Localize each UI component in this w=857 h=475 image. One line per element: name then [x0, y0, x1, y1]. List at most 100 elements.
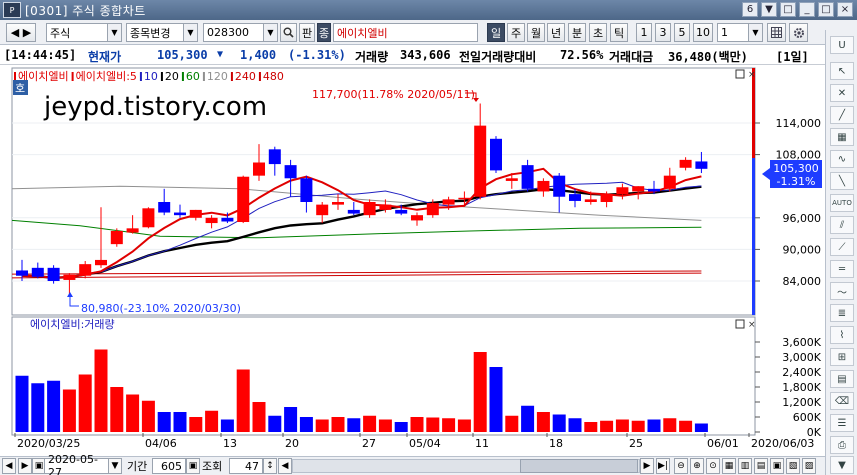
grid-icon[interactable] — [767, 23, 786, 42]
volume-bar — [347, 418, 361, 432]
period-year-tab[interactable]: 년 — [547, 23, 565, 42]
candle-body — [521, 165, 534, 189]
volume-value: 343,606 — [400, 48, 451, 62]
candle-body — [110, 230, 123, 245]
stock-code-input[interactable]: 028300 ▼ — [203, 23, 278, 42]
chart-mode-5-icon[interactable]: ▧ — [786, 458, 800, 474]
chart-type-icon[interactable]: ▦ — [830, 128, 854, 146]
volume-legend: 에이치엘비:거래량 — [30, 318, 115, 331]
date-tick-label: 20 — [285, 437, 299, 450]
view-count-input[interactable]: 47 — [229, 458, 263, 474]
volume-bar — [615, 419, 629, 432]
period-minute-tab[interactable]: 분 — [568, 23, 586, 42]
auto-line-icon[interactable]: AUTO — [830, 194, 854, 212]
period-day-tab[interactable]: 일 — [487, 23, 505, 42]
cursor-icon[interactable]: ↖ — [830, 62, 854, 80]
date-input[interactable]: 2020-05-27 — [44, 453, 110, 475]
calendar-dropdown-icon[interactable]: ▼ — [108, 458, 122, 474]
text-tool-icon[interactable]: ⌇ — [830, 326, 854, 344]
volume-pane-maximize-icon[interactable] — [735, 319, 745, 329]
period-second-tab[interactable]: 초 — [589, 23, 607, 42]
chart-mode-4-icon[interactable]: ▣ — [770, 458, 784, 474]
price-pane-maximize-icon[interactable] — [735, 69, 745, 79]
interval-1-button[interactable]: 1 — [636, 23, 652, 42]
list-icon[interactable]: ☰ — [830, 414, 854, 432]
zoom-in-icon[interactable]: ⊕ — [690, 458, 704, 474]
data-window-icon[interactable]: ⊞ — [830, 348, 854, 366]
candle-body — [221, 217, 234, 222]
wave-icon[interactable]: 〜 — [830, 282, 854, 300]
calendar-icon[interactable]: ▤ — [830, 370, 854, 388]
maximize-button[interactable]: □ — [818, 2, 834, 17]
volume-bar — [94, 349, 108, 432]
erase-icon[interactable]: ⌫ — [830, 392, 854, 410]
search-icon-svg — [283, 27, 294, 38]
volume-bar — [426, 417, 440, 432]
interval-10-button[interactable]: 10 — [693, 23, 713, 42]
pin-button[interactable]: □ — [780, 2, 796, 17]
close-button[interactable]: × — [837, 2, 853, 17]
date-tick-label: 06/01 — [707, 437, 739, 450]
volume-bar — [31, 383, 45, 432]
period-input[interactable]: 605 — [152, 458, 186, 474]
interval-3-button[interactable]: 3 — [655, 23, 671, 42]
scroll-right-icon[interactable]: ▶ — [640, 458, 654, 474]
period-tick-tab[interactable]: 틱 — [610, 23, 628, 42]
trend-tool-icon[interactable]: ╲ — [830, 172, 854, 190]
volume-pane-close-icon[interactable]: × — [748, 320, 756, 330]
candle-body — [616, 187, 629, 195]
interval-5-button[interactable]: 5 — [674, 23, 690, 42]
view-toggle-icon[interactable]: ▣ — [186, 458, 200, 474]
jong-button[interactable]: 종 — [317, 23, 331, 42]
indicator-icon[interactable]: ∿ — [830, 150, 854, 168]
link-number-button[interactable]: 6 — [742, 2, 758, 17]
jump-end-icon[interactable]: ▶| — [656, 458, 670, 474]
interval-input[interactable]: 1 ▼ — [717, 23, 763, 42]
price-legend: 에이치엘비 에이치엘비:5 10 20 60 120 240 480 — [14, 70, 284, 83]
candle-body — [379, 204, 392, 210]
scroll-left-icon[interactable]: ◀ — [278, 458, 292, 474]
period-week-tab[interactable]: 주 — [507, 23, 525, 42]
chart-mode-6-icon[interactable]: ▨ — [802, 458, 816, 474]
fan-line-icon[interactable]: ⟋ — [830, 238, 854, 256]
chart-mode-3-icon[interactable]: ▤ — [754, 458, 768, 474]
trendline-icon[interactable]: ╱ — [830, 106, 854, 124]
tool-scroll-down-icon[interactable]: ▼ — [830, 456, 854, 474]
chart-mode-1-icon[interactable]: ▦ — [722, 458, 736, 474]
period-month-tab[interactable]: 월 — [527, 23, 545, 42]
price-volume-chart[interactable]: 에이치엘비 에이치엘비:5 10 20 60 120 240 480 에이치엘비:거래량 × … — [0, 65, 825, 456]
current-price-box-pct: -1.31% — [777, 175, 816, 188]
search-icon[interactable] — [280, 23, 297, 42]
minimize-button[interactable]: _ — [799, 2, 815, 17]
pan-button[interactable]: 판 — [299, 23, 315, 42]
candle-body — [253, 162, 265, 176]
fibonacci-icon[interactable]: ≣ — [830, 304, 854, 322]
parallel-line-icon[interactable]: ⫽ — [830, 216, 854, 234]
settings-icon[interactable] — [789, 23, 808, 42]
zoom-reset-icon[interactable]: ⊙ — [706, 458, 720, 474]
amount-value: 36,480(백만) — [668, 50, 748, 64]
horizontal-line-icon[interactable]: ═ — [830, 260, 854, 278]
price-pane-close-icon[interactable]: × — [748, 70, 756, 80]
zoom-out-icon[interactable]: ⊖ — [674, 458, 688, 474]
volume-bar — [331, 417, 345, 432]
volume-axis: 3,600K3,000K2,400K1,800K1,200K600K0K — [755, 336, 822, 439]
volume-bar — [568, 418, 582, 432]
scrollbar-thumb[interactable] — [520, 459, 638, 473]
stock-code-value: 028300 — [207, 26, 249, 39]
scroll-right-icon[interactable]: ▶ — [18, 458, 32, 474]
chart-mode-2-icon[interactable]: ▥ — [738, 458, 752, 474]
scroll-left-icon[interactable]: ◀ — [2, 458, 16, 474]
market-select[interactable]: 주식 ▼ — [46, 23, 122, 42]
price-tick-label: 96,000 — [783, 212, 822, 225]
crosshair-icon[interactable]: ✕ — [830, 84, 854, 102]
view-count-stepper[interactable]: ↕ — [263, 458, 277, 474]
collapse-panel-icon[interactable]: U — [830, 36, 854, 54]
change-item-select[interactable]: 종목변경 ▼ — [126, 23, 198, 42]
view-label: 조회 — [202, 460, 223, 473]
prev-next-arrows[interactable]: ◀ ▶ — [6, 23, 36, 42]
link-dropdown-button[interactable]: ▼ — [761, 2, 777, 17]
volume-bar — [378, 419, 392, 432]
chart-area[interactable]: 에이치엘비 에이치엘비:5 10 20 60 120 240 480 에이치엘비:거래량 × … — [0, 65, 825, 456]
print-icon[interactable]: ⎙ — [830, 436, 854, 454]
